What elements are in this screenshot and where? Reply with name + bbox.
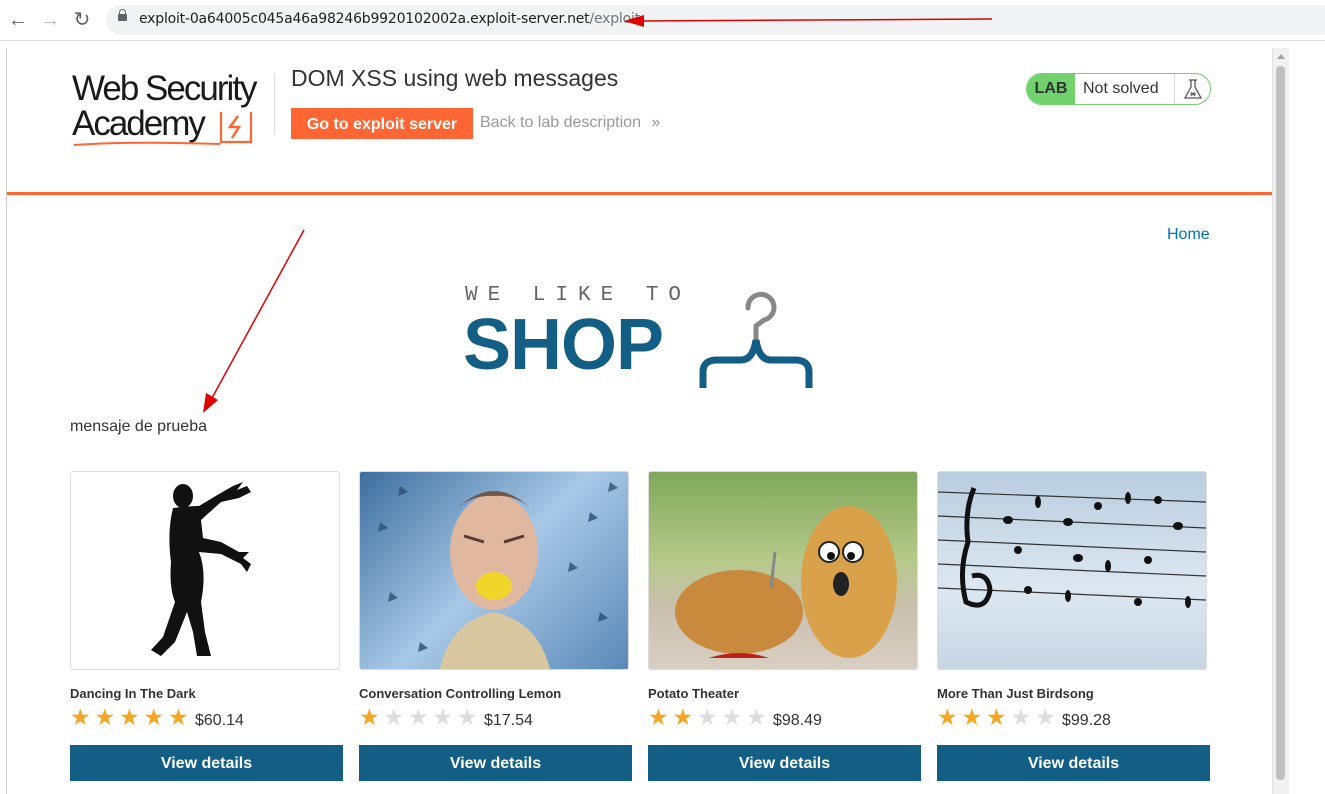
flask-icon <box>1174 74 1210 104</box>
product-price: $99.28 <box>1062 712 1111 729</box>
header-divider <box>274 73 275 135</box>
star-empty-icon: ★ <box>383 704 405 730</box>
product-name: Potato Theater <box>648 686 740 701</box>
product-name: More Than Just Birdsong <box>937 686 1094 701</box>
product-card: Potato Theater ★ ★ ★ ★ ★ $98.49 View details <box>648 471 922 781</box>
product-card: Dancing In The Dark ★ ★ ★ ★ ★ $60.14 View de… <box>70 471 344 781</box>
product-name: Conversation Controlling Lemon <box>359 686 562 701</box>
product-image-potatoes[interactable] <box>648 471 918 670</box>
star-filled-icon: ★ <box>70 704 91 730</box>
star-empty-icon: ★ <box>697 704 718 730</box>
star-empty-icon: ★ <box>746 704 767 730</box>
star-filled-icon: ★ <box>937 704 958 730</box>
view-details-button[interactable]: View details <box>359 745 632 781</box>
star-empty-icon: ★ <box>721 704 743 730</box>
logo-underline-icon <box>73 141 221 146</box>
home-link[interactable]: Home <box>1167 226 1210 244</box>
view-details-button[interactable]: View details <box>648 745 921 781</box>
forward-arrow-icon[interactable]: → <box>38 8 62 32</box>
star-filled-icon: ★ <box>648 704 669 730</box>
scrollbar-thumb[interactable] <box>1276 66 1285 780</box>
star-rating: ★ ★ ★ ★ ★ <box>359 705 482 729</box>
injected-message-text: mensaje de prueba <box>70 418 207 435</box>
product-price: $17.54 <box>484 712 533 729</box>
product-image-dancing-silhouette[interactable] <box>70 471 340 670</box>
star-filled-icon: ★ <box>94 704 116 730</box>
lock-icon[interactable] <box>118 9 127 21</box>
academy-lab-header: Web Security Academy DOM XSS using web m… <box>7 48 1273 195</box>
star-empty-icon: ★ <box>1035 704 1056 730</box>
star-empty-icon: ★ <box>1010 704 1032 730</box>
back-to-lab-description-link[interactable]: Back to lab description » <box>480 114 660 132</box>
star-filled-icon: ★ <box>672 704 694 730</box>
star-filled-icon: ★ <box>119 704 140 730</box>
reload-icon[interactable]: ↻ <box>70 8 94 32</box>
star-empty-icon: ★ <box>408 704 429 730</box>
academy-logo-mark-icon <box>219 112 253 144</box>
view-details-button[interactable]: View details <box>937 745 1210 781</box>
view-details-button[interactable]: View details <box>70 745 343 781</box>
url-path: /exploit <box>589 11 640 27</box>
product-image-man-lemon[interactable] <box>359 471 629 670</box>
page-viewport: Web Security Academy DOM XSS using web m… <box>6 48 1273 794</box>
lab-status-text: Not solved <box>1083 80 1159 97</box>
product-grid: Dancing In The Dark ★ ★ ★ ★ ★ $60.14 View de… <box>70 471 1210 791</box>
vertical-scrollbar[interactable] <box>1272 48 1289 794</box>
scroll-up-arrow-icon[interactable] <box>1277 54 1285 59</box>
product-price: $60.14 <box>195 712 244 729</box>
product-image-birds-music-notes[interactable] <box>937 471 1207 670</box>
back-arrow-icon[interactable]: ← <box>6 8 30 32</box>
we-like-to-shop-logo: WE LIKE TO SHOP <box>463 284 823 388</box>
star-filled-icon: ★ <box>359 704 380 730</box>
product-name: Dancing In The Dark <box>70 686 196 701</box>
star-rating: ★ ★ ★ ★ ★ <box>937 705 1060 729</box>
lab-status-widget: LAB Not solved <box>1026 73 1211 105</box>
browser-toolbar: ← → ↻ exploit-0a64005c045a46a98246b99201… <box>0 0 1325 41</box>
web-security-academy-logo[interactable]: Web Security Academy <box>72 70 272 148</box>
product-price: $98.49 <box>773 712 822 729</box>
url-host: exploit-0a64005c045a46a98246b9920102002a… <box>139 11 590 27</box>
back-link-label: Back to lab description <box>480 114 641 131</box>
star-filled-icon: ★ <box>961 704 983 730</box>
go-to-exploit-server-button[interactable]: Go to exploit server <box>291 108 473 139</box>
star-filled-icon: ★ <box>986 704 1007 730</box>
product-card: Conversation Controlling Lemon ★ ★ ★ ★ ★ $17… <box>359 471 633 781</box>
hanger-icon <box>699 291 813 388</box>
lab-badge: LAB <box>1027 74 1075 104</box>
logo-text-line1: Web Security <box>72 69 257 108</box>
address-bar[interactable]: exploit-0a64005c045a46a98246b9920102002a… <box>106 5 1325 35</box>
double-chevron-right-icon: » <box>651 114 661 131</box>
star-empty-icon: ★ <box>457 704 478 730</box>
shop-title: SHOP <box>463 305 664 385</box>
star-filled-icon: ★ <box>143 704 165 730</box>
star-rating: ★ ★ ★ ★ ★ <box>70 705 193 729</box>
product-card: More Than Just Birdsong ★ ★ ★ ★ ★ $99.28 Vie… <box>937 471 1211 781</box>
url-text[interactable]: exploit-0a64005c045a46a98246b9920102002a… <box>139 11 640 27</box>
lab-title: DOM XSS using web messages <box>291 65 619 91</box>
star-filled-icon: ★ <box>168 704 189 730</box>
logo-text-line2: Academy <box>72 104 206 143</box>
star-empty-icon: ★ <box>432 704 454 730</box>
star-rating: ★ ★ ★ ★ ★ <box>648 705 771 729</box>
